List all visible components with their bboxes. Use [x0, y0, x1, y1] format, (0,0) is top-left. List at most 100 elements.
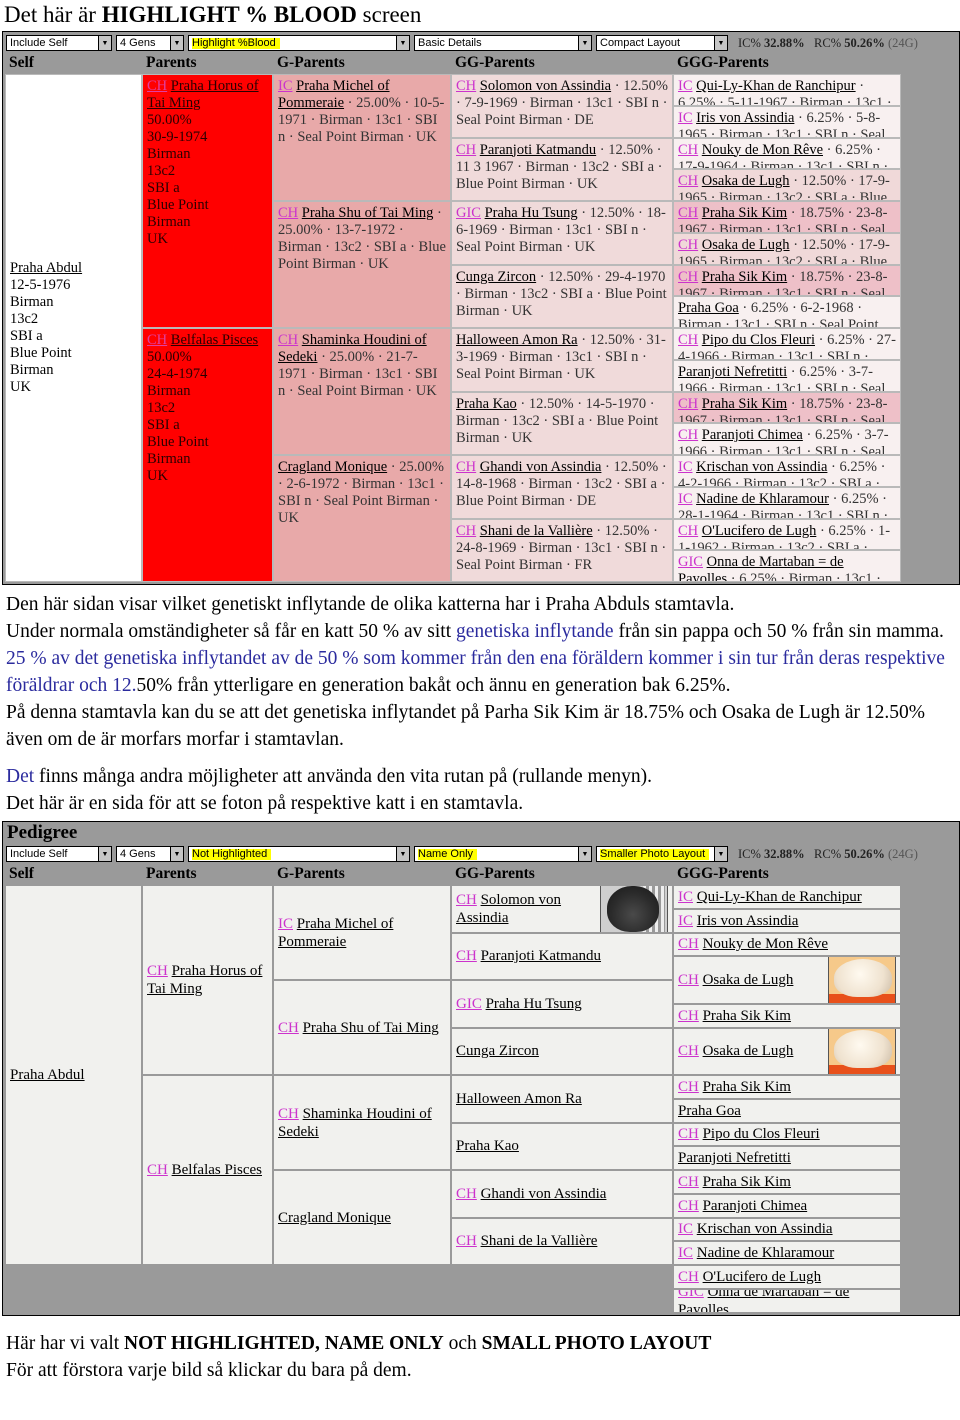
chevron-down-icon[interactable]: ▼ [396, 36, 409, 50]
pedigree-cell[interactable]: CH Osaka de Lugh [673, 1027, 901, 1075]
cat-photo[interactable] [828, 957, 896, 1003]
highlight-mode-select[interactable]: Highlight %Blood ▼ [188, 35, 410, 51]
title-prefix[interactable]: CH [678, 1198, 699, 1214]
pedigree-cell[interactable]: CH O'Lucifero de Lugh · 6.25% · 1-1-1962… [673, 518, 901, 551]
layout-select[interactable]: Smaller Photo Layout ▼ [596, 846, 728, 862]
cat-name[interactable]: Osaka de Lugh [702, 173, 790, 189]
title-prefix[interactable]: GIC [456, 205, 481, 221]
cat-name[interactable]: Osaka de Lugh [702, 237, 790, 253]
title-prefix[interactable]: IC [678, 913, 693, 929]
pedigree-cell[interactable]: Paranjoti Nefretitti · 6.25% · 3-7-1966 … [673, 359, 901, 392]
pedigree-cell[interactable]: IC Krischan von Assindia · 6.25% · 4-2-1… [673, 455, 901, 487]
pedigree-cell[interactable]: IC Iris von Assindia [673, 908, 901, 933]
cat-name[interactable]: Belfalas Pisces [172, 1162, 262, 1178]
pedigree-cell[interactable]: CH Pipo du Clos Fleuri · 6.25% · 27-4-19… [673, 328, 901, 360]
cat-name[interactable]: Cragland Monique [278, 1210, 391, 1226]
cat-name[interactable]: Halloween Amon Ra [456, 332, 578, 348]
cat-name[interactable]: Pipo du Clos Fleuri [703, 1126, 820, 1142]
cat-name[interactable]: Shani de la Vallière [480, 523, 593, 539]
chevron-down-icon[interactable]: ▼ [578, 36, 591, 50]
cat-name[interactable]: Praha Shu of Tai Ming [302, 205, 434, 221]
title-prefix[interactable]: CH [678, 1269, 699, 1285]
pedigree-cell[interactable]: Cragland Monique · 25.00% · 2-6-1972 · B… [273, 455, 451, 582]
title-prefix[interactable]: IC [678, 78, 693, 94]
pedigree-cell[interactable]: GIC Praha Hu Tsung · 12.50% · 18-6-1969 … [451, 201, 673, 265]
title-prefix[interactable]: IC [678, 1245, 693, 1261]
cat-name[interactable]: Paranjoti Nefretitti [678, 364, 787, 380]
pedigree-cell[interactable]: Cunga Zircon · 12.50% · 29-4-1970 · Birm… [451, 264, 673, 328]
pedigree-cell[interactable]: Cunga Zircon [451, 1027, 673, 1075]
pedigree-cell[interactable]: CH Belfalas Pisces [142, 1075, 273, 1265]
title-prefix[interactable]: CH [278, 1020, 299, 1036]
title-prefix[interactable]: CH [456, 892, 477, 908]
title-prefix[interactable]: GIC [678, 554, 703, 570]
title-prefix[interactable]: CH [678, 1079, 699, 1095]
cat-name[interactable]: Nadine de Khlaramour [696, 491, 829, 507]
cat-name[interactable]: Paranjoti Chimea [703, 1198, 808, 1214]
cat-name[interactable]: Krischan von Assindia [697, 1221, 833, 1237]
highlight-mode-select[interactable]: Not Highlighted ▼ [188, 846, 410, 862]
cat-name[interactable]: Krischan von Assindia [696, 459, 827, 475]
pedigree-cell[interactable]: CH Shani de la Vallière [451, 1217, 673, 1265]
details-select[interactable]: Basic Details ▼ [414, 35, 592, 51]
pedigree-cell-parent[interactable]: CH Belfalas Pisces 50.00% 24-4-1974 Birman 1… [142, 328, 273, 582]
cat-name[interactable]: Paranjoti Chimea [702, 427, 803, 443]
title-prefix[interactable]: CH [678, 396, 698, 412]
pedigree-cell[interactable]: GIC Onna de Martaban = de Payolles · 6.2… [673, 550, 901, 582]
cat-name[interactable]: Paranjoti Nefretitti [678, 1150, 791, 1166]
pedigree-cell[interactable]: CH Paranjoti Chimea · 6.25% · 3-7-1966 ·… [673, 423, 901, 455]
title-prefix[interactable]: IC [678, 491, 693, 507]
title-prefix[interactable]: CH [278, 332, 298, 348]
title-prefix[interactable]: CH [278, 1106, 299, 1122]
pedigree-cell-parent[interactable]: CH Praha Horus of Tai Ming 50.00% 30-9-197… [142, 74, 273, 328]
cat-name[interactable]: Cunga Zircon [456, 1043, 539, 1059]
pedigree-cell[interactable]: CH Paranjoti Katmandu [451, 932, 673, 980]
title-prefix[interactable]: IC [678, 459, 693, 475]
pedigree-cell[interactable]: CH Shani de la Vallière · 12.50% · 24-8-… [451, 518, 673, 582]
title-prefix[interactable]: CH [678, 1174, 699, 1190]
cat-name[interactable]: Praha Sik Kim [703, 1079, 791, 1095]
pedigree-cell[interactable]: CH Paranjoti Chimea [673, 1193, 901, 1218]
pedigree-cell[interactable]: CH Shaminka Houdini of Sedeki [273, 1075, 451, 1170]
title-prefix[interactable]: CH [678, 1126, 699, 1142]
cat-name[interactable]: Cragland Monique [278, 459, 387, 475]
pedigree-cell[interactable]: Cragland Monique [273, 1170, 451, 1265]
chevron-down-icon[interactable]: ▼ [98, 36, 111, 50]
include-self-select[interactable]: Include Self ▼ [6, 35, 112, 51]
cat-name[interactable]: Praha Michel of Pommeraie [278, 916, 393, 950]
title-prefix[interactable]: CH [678, 142, 698, 158]
cat-name[interactable]: Qui-Ly-Khan de Ranchipur [697, 889, 862, 905]
cat-name[interactable]: Praha Sik Kim [702, 269, 787, 285]
pedigree-cell[interactable]: CH Praha Horus of Tai Ming [142, 885, 273, 1075]
title-prefix[interactable]: CH [456, 948, 477, 964]
title-prefix[interactable]: IC [278, 916, 293, 932]
cat-name[interactable]: O'Lucifero de Lugh [702, 523, 817, 539]
cat-name[interactable]: O'Lucifero de Lugh [703, 1269, 822, 1285]
pedigree-cell[interactable]: CH Osaka de Lugh [673, 956, 901, 1004]
pedigree-cell[interactable]: Paranjoti Nefretitti [673, 1146, 901, 1170]
title-prefix[interactable]: CH [456, 523, 476, 539]
cat-name[interactable]: Paranjoti Katmandu [481, 948, 601, 964]
pedigree-cell[interactable]: IC Nadine de Khlaramour [673, 1241, 901, 1265]
cat-name[interactable]: Nouky de Mon Rêve [702, 142, 823, 158]
pedigree-cell[interactable]: CH Praha Sik Kim · 18.75% · 23-8-1967 · … [673, 201, 901, 233]
chevron-down-icon[interactable]: ▼ [98, 847, 111, 861]
title-prefix[interactable]: CH [678, 427, 698, 443]
title-prefix[interactable]: IC [678, 110, 693, 126]
title-prefix[interactable]: CH [456, 1233, 477, 1249]
pedigree-cell[interactable]: IC Krischan von Assindia [673, 1217, 901, 1242]
title-prefix[interactable]: CH [147, 332, 167, 348]
title-prefix[interactable]: GIC [456, 996, 482, 1012]
pedigree-cell[interactable]: CH Shaminka Houdini of Sedeki · 25.00% ·… [273, 328, 451, 455]
title-prefix[interactable]: CH [678, 936, 699, 952]
pedigree-cell[interactable]: Halloween Amon Ra · 12.50% · 31-3-1969 ·… [451, 328, 673, 392]
chevron-down-icon[interactable]: ▼ [396, 847, 409, 861]
pedigree-cell[interactable]: Praha Kao · 12.50% · 14-5-1970 · Birman … [451, 391, 673, 455]
cat-name[interactable]: Qui-Ly-Khan de Ranchipur [696, 78, 855, 94]
cat-name[interactable]: Praha Kao [456, 1138, 519, 1154]
pedigree-cell-self[interactable]: Praha Abdul 12-5-1976 Birman 13c2 SBI a Blue … [5, 74, 142, 582]
pedigree-cell[interactable]: IC Qui-Ly-Khan de Ranchipur [673, 885, 901, 909]
cat-name[interactable]: Praha Shu of Tai Ming [303, 1020, 439, 1036]
pedigree-cell[interactable]: CH Nouky de Mon Rêve [673, 932, 901, 957]
title-prefix[interactable]: GIC [678, 1290, 704, 1300]
